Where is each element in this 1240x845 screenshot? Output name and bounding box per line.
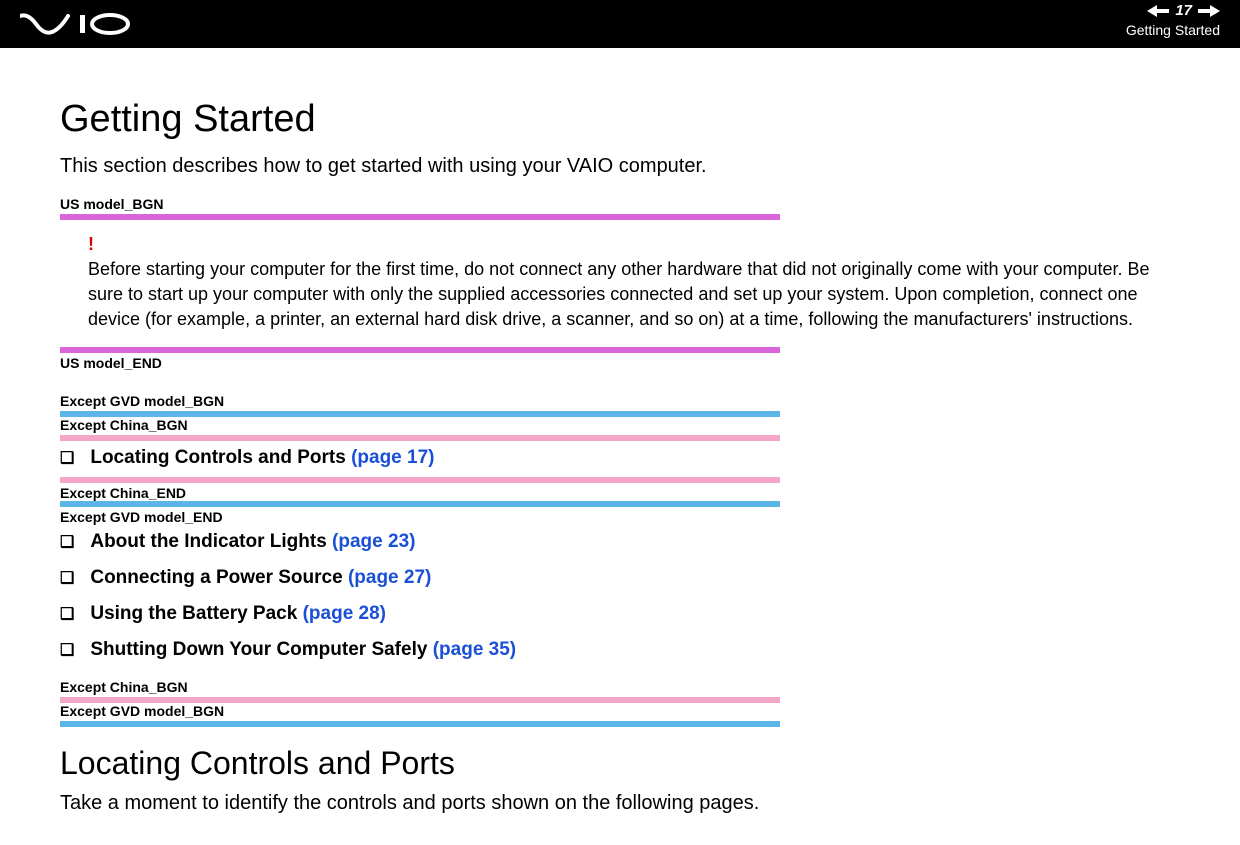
marker-china-end: Except China_END	[60, 477, 780, 501]
toc-link[interactable]: (page 27)	[348, 567, 431, 588]
marker-china-bgn2: Except China_BGN	[60, 679, 780, 703]
vaio-logo	[20, 13, 150, 35]
section-title: Locating Controls and Ports	[60, 745, 1180, 782]
warning-icon: !	[88, 234, 1180, 255]
page-number: 17	[1175, 2, 1192, 20]
breadcrumb: Getting Started	[1126, 20, 1220, 39]
marker-gvd-end: Except GVD model_END	[60, 501, 780, 525]
toc-link[interactable]: (page 23)	[332, 531, 415, 552]
page-title: Getting Started	[60, 98, 1180, 141]
marker-bar-cyan	[60, 721, 780, 727]
nav-prev-icon[interactable]	[1147, 5, 1169, 17]
marker-label: Except GVD model_BGN	[60, 393, 780, 411]
toc-link[interactable]: (page 35)	[433, 639, 516, 660]
toc-item: ❑ About the Indicator Lights (page 23)	[60, 525, 1180, 561]
marker-label: Except China_BGN	[60, 417, 780, 435]
toc-item: ❑ Using the Battery Pack (page 28)	[60, 597, 1180, 633]
toc-link[interactable]: (page 28)	[303, 603, 386, 624]
marker-gvd-bgn: Except GVD model_BGN	[60, 393, 780, 417]
toc-label: Connecting a Power Source	[90, 567, 348, 588]
toc-item: ❑ Connecting a Power Source (page 27)	[60, 561, 1180, 597]
toc-label: Shutting Down Your Computer Safely	[90, 639, 432, 660]
toc-item: ❑ Locating Controls and Ports (page 17)	[60, 441, 1180, 477]
toc-link[interactable]: (page 17)	[351, 447, 434, 468]
page-content: Getting Started This section describes h…	[0, 48, 1240, 845]
nav-next-icon[interactable]	[1198, 5, 1220, 17]
bullet-icon: ❑	[60, 567, 74, 591]
marker-label: US model_BGN	[60, 196, 780, 214]
bullet-icon: ❑	[60, 447, 74, 471]
marker-label: Except GVD model_END	[60, 507, 780, 525]
bullet-icon: ❑	[60, 603, 74, 627]
toc-label: Locating Controls and Ports	[90, 447, 351, 468]
marker-label: Except China_BGN	[60, 679, 780, 697]
toc-text: Locating Controls and Ports (page 17)	[90, 447, 434, 469]
header-nav: 17 Getting Started	[1126, 0, 1220, 39]
marker-label: Except GVD model_BGN	[60, 703, 780, 721]
toc-label: Using the Battery Pack	[90, 603, 302, 624]
header-bar: 17 Getting Started	[0, 0, 1240, 48]
bullet-icon: ❑	[60, 639, 74, 663]
toc-text: Using the Battery Pack (page 28)	[90, 603, 386, 625]
toc-text: About the Indicator Lights (page 23)	[90, 531, 415, 553]
marker-us-bgn: US model_BGN	[60, 196, 780, 220]
toc-text: Shutting Down Your Computer Safely (page…	[90, 639, 516, 661]
section-intro: Take a moment to identify the controls a…	[60, 792, 1180, 815]
toc-text: Connecting a Power Source (page 27)	[90, 567, 431, 589]
bullet-icon: ❑	[60, 531, 74, 555]
toc-label: About the Indicator Lights	[90, 531, 332, 552]
intro-text: This section describes how to get starte…	[60, 155, 1180, 178]
toc-item: ❑ Shutting Down Your Computer Safely (pa…	[60, 633, 1180, 669]
marker-china-bgn: Except China_BGN	[60, 417, 780, 441]
marker-us-end: US model_END	[60, 347, 780, 371]
marker-label: US model_END	[60, 353, 780, 371]
warning-body: Before starting your computer for the fi…	[88, 257, 1180, 333]
marker-label: Except China_END	[60, 483, 780, 501]
warning-block: ! Before starting your computer for the …	[60, 220, 1180, 347]
marker-gvd-bgn2: Except GVD model_BGN	[60, 703, 780, 727]
